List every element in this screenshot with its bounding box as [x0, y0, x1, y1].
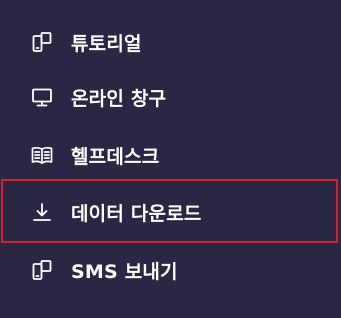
book-open-icon — [31, 144, 53, 166]
mobile-devices-icon — [31, 259, 53, 281]
menu-item-helpdesk[interactable]: 헬프데스크 — [0, 127, 341, 183]
menu-item-label: 데이터 다운로드 — [71, 202, 202, 225]
menu-item-tutorial[interactable]: 튜토리얼 — [0, 14, 341, 70]
menu-item-label: 튜토리얼 — [71, 32, 142, 55]
download-icon — [31, 201, 53, 223]
menu-item-data-download[interactable]: 데이터 다운로드 — [0, 184, 341, 240]
monitor-icon — [31, 86, 53, 108]
mobile-devices-icon — [31, 31, 53, 53]
menu-item-label: SMS 보내기 — [71, 260, 178, 283]
menu-item-send-sms[interactable]: SMS 보내기 — [0, 242, 341, 298]
menu-item-label: 온라인 창구 — [71, 87, 167, 110]
side-menu: 튜토리얼 온라인 창구 헬프데스크 데이터 다운로드 SMS 보내기 — [0, 0, 341, 318]
menu-item-online-window[interactable]: 온라인 창구 — [0, 69, 341, 125]
menu-item-label: 헬프데스크 — [71, 145, 160, 168]
